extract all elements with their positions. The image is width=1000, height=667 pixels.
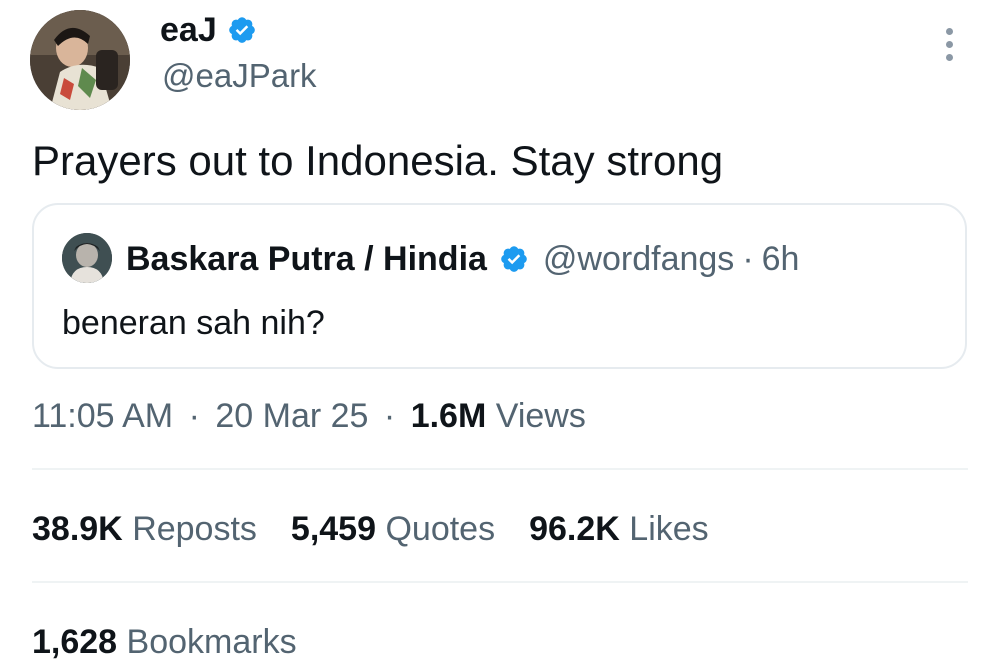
meta-separator: · [742, 239, 754, 278]
tweet-time[interactable]: 11:05 AM [32, 397, 173, 435]
quoted-author-name[interactable]: Baskara Putra / Hindia [126, 240, 487, 279]
verified-badge-icon [501, 246, 527, 272]
engagement-stats: 38.9K Reposts 5,459 Quotes 96.2K Likes [32, 507, 709, 551]
quoted-tweet-age: 6h [761, 239, 800, 278]
likes-stat[interactable]: 96.2K Likes [529, 507, 709, 551]
author-name-text: eaJ [160, 11, 217, 49]
quotes-stat[interactable]: 5,459 Quotes [291, 507, 495, 551]
bookmarks-count: 1,628 [32, 623, 118, 661]
reposts-stat[interactable]: 38.9K Reposts [32, 507, 257, 551]
bookmarks-stat[interactable]: 1,628 Bookmarks [32, 620, 297, 664]
reposts-label: Reposts [132, 510, 257, 548]
views-count: 1.6M [410, 397, 487, 435]
verified-badge-icon [228, 17, 255, 43]
quotes-count: 5,459 [290, 510, 377, 548]
tweet-date[interactable]: 20 Mar 25 [215, 397, 368, 435]
quoted-author-avatar-image [62, 233, 112, 283]
meta-separator: · [383, 397, 396, 435]
author-avatar[interactable] [30, 10, 130, 110]
views-label: Views [495, 397, 586, 435]
quoted-tweet-header: Baskara Putra / Hindia @wordfangs · 6h [126, 235, 799, 283]
more-options-button[interactable] [935, 24, 963, 64]
author-avatar-image [30, 10, 130, 110]
tweet-text: Prayers out to Indonesia. Stay strong [32, 137, 724, 184]
meta-separator: · [188, 397, 200, 435]
divider [32, 581, 968, 583]
quoted-tweet-card[interactable]: Baskara Putra / Hindia @wordfangs · 6h b… [32, 203, 967, 369]
divider [32, 468, 968, 470]
quoted-tweet-text: beneran sah nih? [62, 304, 325, 342]
more-vertical-icon [945, 27, 953, 35]
bookmarks-label: Bookmarks [126, 623, 297, 661]
quoted-author-handle[interactable]: @wordfangs [543, 240, 734, 279]
author-handle[interactable]: @eaJPark [162, 56, 317, 96]
quotes-label: Quotes [385, 510, 496, 548]
likes-label: Likes [629, 510, 709, 548]
tweet-timestamp-row: 11:05 AM · 20 Mar 25 · 1.6M Views [32, 394, 586, 438]
author-display-name[interactable]: eaJ [160, 10, 257, 50]
quoted-author-avatar [62, 233, 112, 283]
reposts-count: 38.9K [32, 510, 123, 548]
likes-count: 96.2K [529, 510, 620, 548]
